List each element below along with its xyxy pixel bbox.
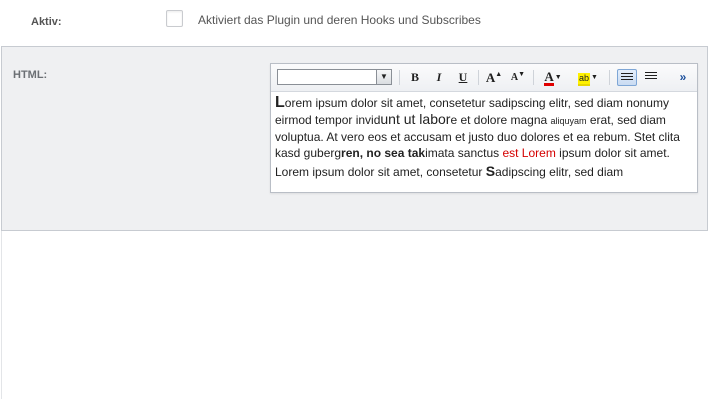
editor-paragraph-2: Lorem ipsum dolor sit amet, consetetur S…: [275, 163, 693, 180]
html-row: HTML: ▼ B I U A▲ A▼ A▼ ab ▼ » Lorem ipsu…: [1, 46, 708, 231]
aktiv-label: Aktiv:: [31, 16, 62, 28]
italic-icon: I: [436, 70, 442, 84]
html-label: HTML:: [13, 69, 48, 81]
underline-icon: U: [458, 70, 468, 84]
highlight-color-button[interactable]: ab ▼: [573, 69, 603, 86]
page-border: [1, 231, 2, 399]
font-size-increase-icon: A▲: [485, 70, 503, 85]
font-size-increase-button[interactable]: A▲: [484, 69, 504, 86]
align-center-icon: [645, 72, 657, 83]
content-run: adipscing elitr, sed diam: [495, 165, 624, 179]
italic-button[interactable]: I: [429, 69, 449, 86]
rich-text-editor: ▼ B I U A▲ A▼ A▼ ab ▼ » Lorem ipsum dolo…: [270, 63, 698, 193]
font-size-decrease-icon: A▼: [510, 70, 526, 83]
toolbar-separator: [609, 70, 610, 85]
content-run: ipsum dolor sit amet.: [555, 146, 670, 160]
more-options-icon: »: [679, 70, 687, 84]
toolbar-separator: [478, 70, 479, 85]
font-select[interactable]: ▼: [277, 69, 392, 85]
underline-button[interactable]: U: [453, 69, 473, 86]
chevron-down-icon[interactable]: ▼: [376, 70, 391, 84]
content-run: unt ut labor: [380, 111, 451, 127]
content-run: imata sanctus: [425, 146, 503, 160]
content-run: e et dolore magna: [450, 113, 551, 127]
bold-button[interactable]: B: [405, 69, 425, 86]
content-run: L: [275, 94, 285, 111]
chevron-down-icon: ▼: [554, 74, 562, 82]
align-center-button[interactable]: [641, 69, 661, 86]
toolbar-separator: [533, 70, 534, 85]
more-options-button[interactable]: »: [673, 69, 693, 86]
aktiv-description: Aktiviert das Plugin und deren Hooks und…: [198, 13, 481, 27]
aktiv-checkbox[interactable]: [166, 10, 183, 27]
toolbar-separator: [399, 70, 400, 85]
editor-paragraph-1: Lorem ipsum dolor sit amet, consetetur s…: [275, 95, 693, 161]
content-run: aliquyam: [550, 116, 587, 126]
content-run: Lorem ipsum dolor sit amet, consetetur: [275, 165, 486, 179]
content-run: S: [485, 163, 496, 179]
content-run: est Lorem: [502, 146, 556, 160]
text-color-button[interactable]: A▼: [539, 69, 567, 86]
editor-toolbar: ▼ B I U A▲ A▼ A▼ ab ▼ »: [271, 64, 697, 92]
editor-content[interactable]: Lorem ipsum dolor sit amet, consetetur s…: [275, 95, 693, 180]
font-size-decrease-button[interactable]: A▼: [508, 69, 528, 86]
highlight-color-icon: ab: [578, 73, 591, 86]
content-run: ren, no sea tak: [341, 146, 426, 160]
align-left-icon: [621, 73, 633, 84]
align-left-button[interactable]: [617, 69, 637, 86]
chevron-down-icon: ▼: [591, 74, 598, 82]
bold-icon: B: [410, 70, 419, 84]
text-color-icon: A: [544, 69, 554, 86]
aktiv-row: Aktiv: Aktiviert das Plugin und deren Ho…: [0, 0, 710, 46]
